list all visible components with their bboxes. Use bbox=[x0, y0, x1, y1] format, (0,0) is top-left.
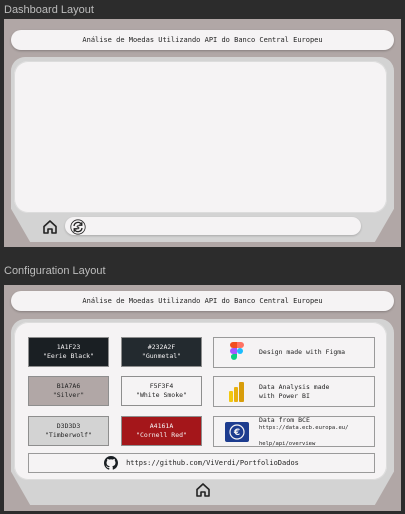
dashboard-bottom-bar bbox=[65, 217, 361, 235]
powerbi-credit: Data Analysis made with Power BI bbox=[213, 376, 375, 407]
github-icon bbox=[104, 456, 119, 470]
swatch-hex: D3D3D3 bbox=[56, 422, 81, 430]
figma-credit: Design made with Figma bbox=[213, 337, 375, 368]
swatch-name: "Timberwolf" bbox=[45, 431, 92, 439]
color-swatch-gunmetal: #232A2F "Gunmetal" bbox=[121, 337, 202, 367]
ecb-logo: € bbox=[224, 419, 250, 445]
bce-api-link-cont[interactable]: help/api/overview bbox=[259, 441, 348, 448]
dashboard-layout-label: Dashboard Layout bbox=[4, 4, 94, 16]
page-title: Análise de Moedas Utilizando API do Banc… bbox=[11, 291, 394, 311]
home-icon[interactable] bbox=[195, 482, 211, 498]
color-swatch-white-smoke: F5F3F4 "White Smoke" bbox=[121, 376, 202, 406]
powerbi-logo bbox=[224, 379, 250, 405]
figma-logo bbox=[224, 340, 250, 366]
swatch-hex: #232A2F bbox=[147, 343, 176, 351]
bce-credit: € Data from BCE https://data.ecb.europa.… bbox=[213, 416, 375, 447]
page-title: Análise de Moedas Utilizando API do Banc… bbox=[11, 30, 394, 50]
swatch-name: "Gunmetal" bbox=[141, 352, 182, 360]
svg-text:€: € bbox=[233, 428, 240, 438]
swatch-name: "Eerie Black" bbox=[43, 352, 94, 360]
color-swatch-eerie-black: 1A1F23 "Eerie Black" bbox=[28, 337, 109, 367]
swatch-hex: A4161A bbox=[149, 422, 174, 430]
github-url: https://github.com/ViVerdi/PortfolioDado… bbox=[126, 459, 299, 467]
bce-credit-text: Data from BCE https://data.ecb.europa.eu… bbox=[259, 415, 349, 448]
bce-api-link[interactable]: https://data.ecb.europa.eu/ bbox=[259, 425, 348, 432]
swatch-hex: F5F3F4 bbox=[149, 382, 174, 390]
figma-credit-text: Design made with Figma bbox=[259, 348, 346, 356]
home-icon[interactable] bbox=[42, 219, 58, 235]
swatch-hex: B1A7A6 bbox=[56, 382, 81, 390]
configuration-layout-label: Configuration Layout bbox=[4, 265, 106, 277]
dashboard-frame: Análise de Moedas Utilizando API do Banc… bbox=[4, 19, 401, 247]
color-swatch-cornell-red: A4161A "Cornell Red" bbox=[121, 416, 202, 446]
dashboard-content-area bbox=[14, 61, 387, 213]
swatch-name: "White Smoke" bbox=[136, 391, 187, 399]
svg-text:$: $ bbox=[76, 225, 80, 231]
color-swatch-timberwolf: D3D3D3 "Timberwolf" bbox=[28, 416, 109, 446]
github-link[interactable]: https://github.com/ViVerdi/PortfolioDado… bbox=[28, 453, 375, 473]
color-swatch-silver: B1A7A6 "Silver" bbox=[28, 376, 109, 406]
swatch-name: "Silver" bbox=[52, 391, 85, 399]
powerbi-credit-text: Data Analysis made with Power BI bbox=[259, 382, 330, 400]
swatch-hex: 1A1F23 bbox=[56, 343, 81, 351]
refresh-icon[interactable]: $ bbox=[70, 219, 86, 235]
swatch-name: "Cornell Red" bbox=[136, 431, 187, 439]
